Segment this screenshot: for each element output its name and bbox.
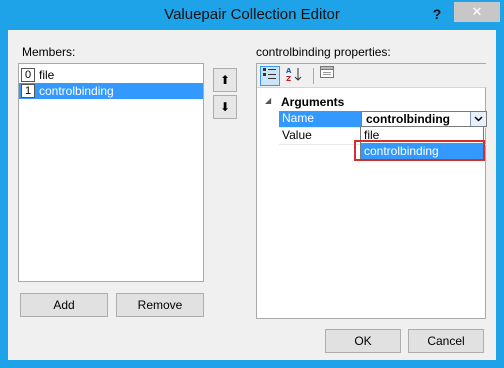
arrow-up-icon: ⬆	[219, 73, 231, 87]
alphabetical-icon[interactable]: A Z	[284, 66, 304, 86]
member-index: 0	[21, 68, 35, 82]
svg-text:Z: Z	[286, 75, 291, 82]
categorized-icon[interactable]	[260, 66, 280, 86]
highlight-box	[354, 140, 485, 161]
svg-text:A: A	[286, 67, 292, 75]
properties-label: controlbinding properties:	[256, 45, 391, 59]
property-row-name[interactable]: Name controlbinding	[257, 111, 487, 127]
member-index: 1	[21, 84, 35, 98]
arrow-down-icon: ⬇	[219, 100, 231, 114]
remove-button[interactable]: Remove	[116, 293, 204, 317]
move-up-button[interactable]: ⬆	[213, 68, 237, 92]
collapse-triangle-icon[interactable]: ◢	[265, 96, 271, 105]
members-list[interactable]: 0 file 1 controlbinding	[18, 63, 204, 282]
property-grid[interactable]: A Z ◢ Arguments Name controlbinding Valu…	[256, 63, 487, 319]
move-down-button[interactable]: ⬇	[213, 95, 237, 119]
help-button[interactable]: ?	[424, 4, 450, 24]
cancel-button[interactable]: Cancel	[408, 329, 484, 353]
property-value-editor[interactable]: controlbinding	[361, 111, 487, 127]
dropdown-arrow-icon[interactable]	[470, 112, 486, 126]
close-button[interactable]: ✕	[454, 2, 500, 22]
category-row[interactable]: ◢ Arguments	[257, 94, 487, 110]
members-label: Members:	[22, 45, 76, 59]
toolbar-separator	[313, 68, 314, 84]
property-name[interactable]: Name	[279, 111, 361, 127]
property-name[interactable]: Value	[279, 128, 361, 144]
category-label: Arguments	[281, 95, 345, 109]
property-grid-toolbar: A Z	[257, 64, 487, 88]
ok-button[interactable]: OK	[325, 329, 401, 353]
member-name: file	[39, 68, 55, 82]
add-button[interactable]: Add	[20, 293, 108, 317]
property-pages-icon[interactable]	[317, 66, 337, 86]
property-value: controlbinding	[366, 112, 450, 126]
list-item[interactable]: 1 controlbinding	[19, 83, 203, 99]
title-bar[interactable]: Valuepair Collection Editor ? ✕	[0, 0, 504, 30]
list-item[interactable]: 0 file	[19, 67, 203, 83]
member-name: controlbinding	[39, 84, 114, 98]
